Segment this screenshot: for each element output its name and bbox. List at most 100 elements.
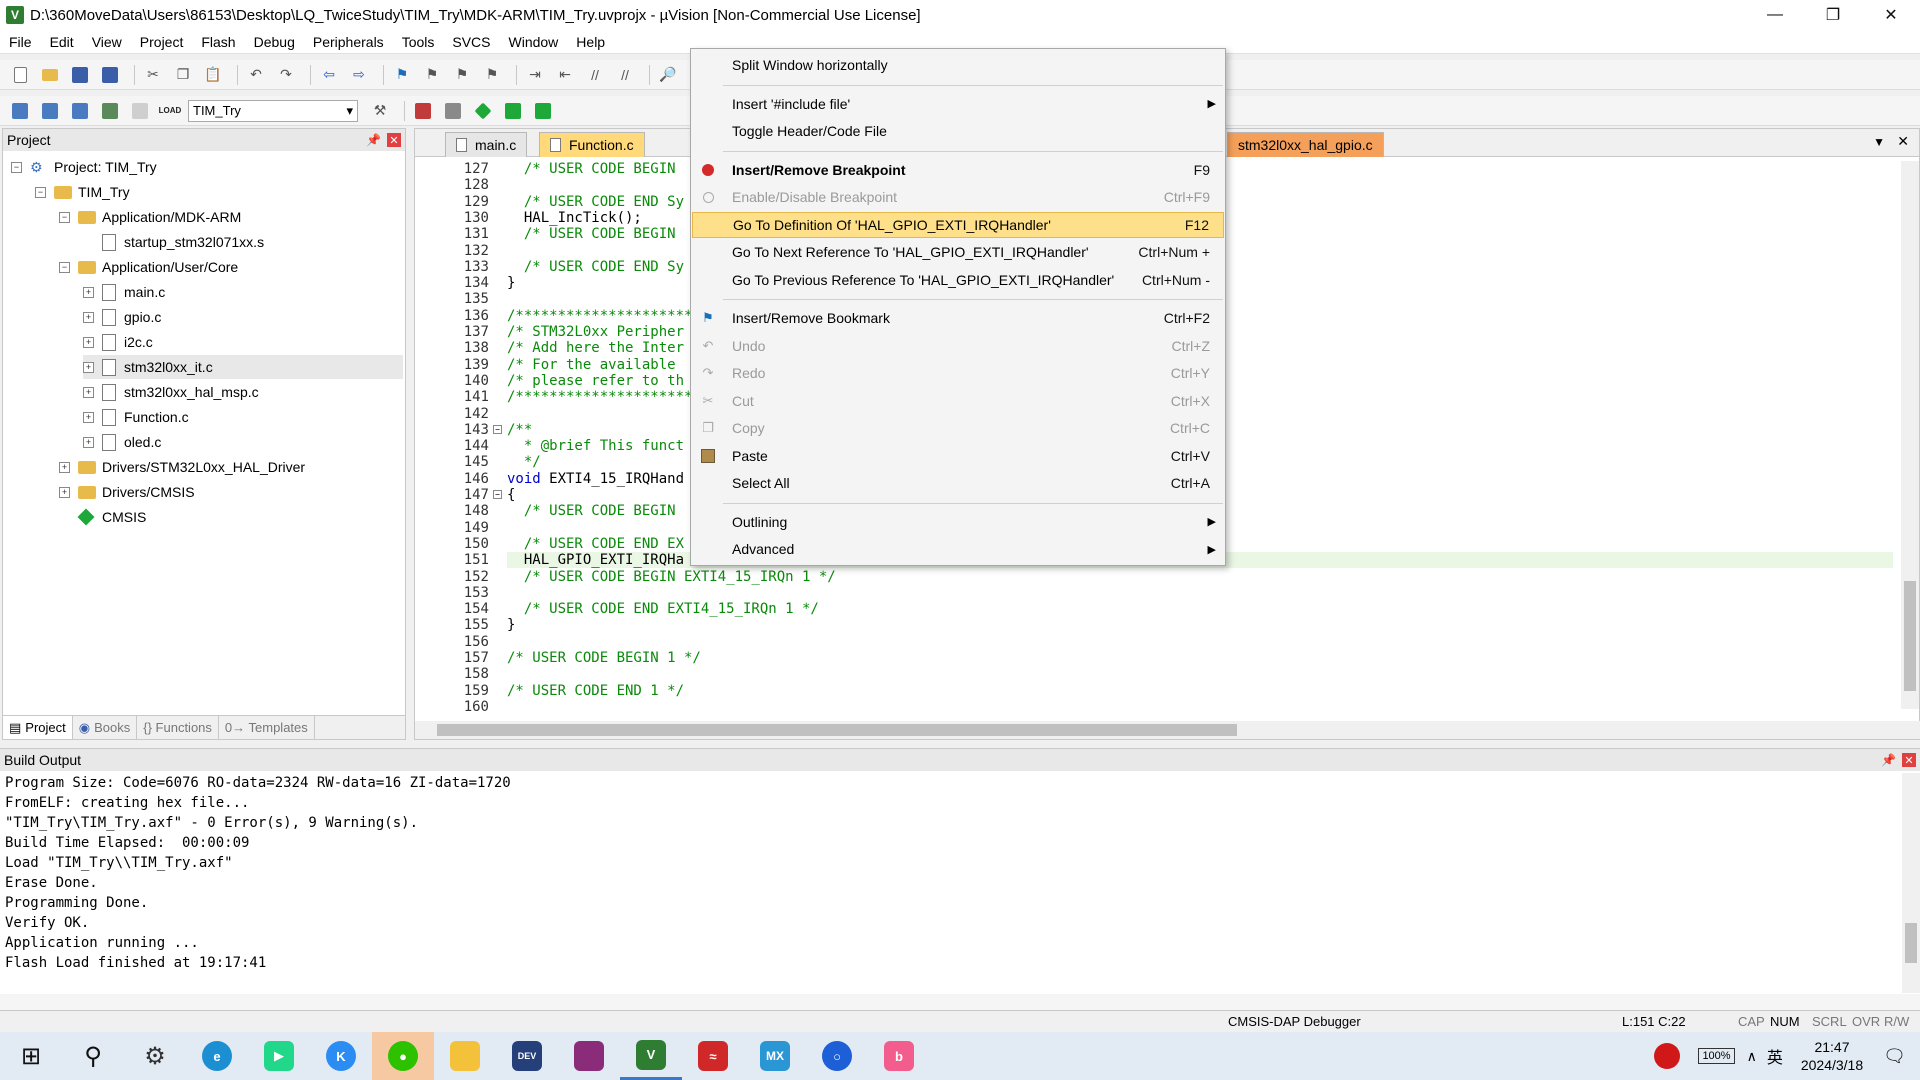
expand-icon[interactable]: + — [83, 411, 94, 423]
options-for-target-icon[interactable]: ⚒ — [368, 99, 392, 123]
close-button[interactable]: ✕ — [1862, 0, 1920, 30]
menu-view[interactable]: View — [83, 34, 131, 50]
output-vertical-scrollbar[interactable] — [1902, 773, 1920, 993]
copy-icon[interactable]: ❐ — [171, 63, 195, 87]
context-menu-item[interactable]: Go To Definition Of 'HAL_GPIO_EXTI_IRQHa… — [692, 211, 1224, 238]
tree-item[interactable]: + Drivers/STM32L0xx_HAL_Driver — [59, 455, 305, 479]
battery-icon[interactable]: 100% — [1698, 1048, 1735, 1064]
batch-build-icon[interactable] — [98, 99, 122, 123]
context-menu-item[interactable]: Split Window horizontally — [692, 52, 1224, 78]
menu-peripherals[interactable]: Peripherals — [304, 34, 393, 50]
code-line[interactable]: HAL_IncTick(); — [507, 210, 642, 226]
context-menu-item[interactable]: Toggle Header/Code File — [692, 118, 1224, 144]
manage-multi-project-icon[interactable] — [441, 99, 465, 123]
prev-bookmark-icon[interactable]: ⚑ — [420, 63, 444, 87]
tab-books[interactable]: ◉ Books — [73, 716, 138, 739]
code-line[interactable]: /* USER CODE BEGIN 1 */ — [507, 650, 701, 666]
cut-icon[interactable]: ✂ — [141, 63, 165, 87]
scroll-thumb[interactable] — [1904, 581, 1916, 691]
expand-icon[interactable]: + — [83, 436, 94, 448]
tree-item[interactable]: + Drivers/CMSIS — [59, 480, 195, 504]
close-panel-icon[interactable]: ✕ — [1902, 753, 1916, 767]
stm32cubemx-icon[interactable]: MX — [744, 1032, 806, 1080]
build-icon[interactable] — [38, 99, 62, 123]
code-line[interactable]: { — [507, 487, 515, 503]
menu-flash[interactable]: Flash — [192, 34, 244, 50]
uncomment-icon[interactable]: // — [613, 63, 637, 87]
tree-item[interactable]: + Function.c — [83, 405, 189, 429]
fold-marker-icon[interactable]: − — [493, 490, 502, 499]
tab-function-c[interactable]: Function.c — [539, 132, 645, 157]
scroll-thumb[interactable] — [437, 724, 1237, 736]
unindent-icon[interactable]: ⇤ — [553, 63, 577, 87]
collapse-icon[interactable]: − — [11, 161, 22, 173]
tab-functions[interactable]: {} Functions — [137, 716, 219, 739]
context-menu-item[interactable]: Go To Next Reference To 'HAL_GPIO_EXTI_I… — [692, 239, 1224, 265]
expand-icon[interactable]: + — [83, 336, 94, 348]
menu-help[interactable]: Help — [567, 34, 614, 50]
context-menu-item[interactable]: ↶ Undo Ctrl+Z — [692, 333, 1224, 359]
nav-forward-icon[interactable]: ⇨ — [347, 63, 371, 87]
code-line[interactable]: /** — [507, 422, 532, 438]
load-icon[interactable]: LOAD — [158, 99, 182, 123]
context-menu-item[interactable]: Insert/Remove Breakpoint F9 — [692, 157, 1224, 183]
scroll-thumb[interactable] — [1905, 923, 1917, 963]
windows-start-icon[interactable]: ⊞ — [0, 1032, 62, 1080]
clear-bookmarks-icon[interactable]: ⚑ — [480, 63, 504, 87]
context-menu-item[interactable]: ⚑ Insert/Remove Bookmark Ctrl+F2 — [692, 305, 1224, 331]
menu-debug[interactable]: Debug — [245, 34, 304, 50]
pycharm-icon[interactable]: ▶ — [248, 1032, 310, 1080]
notification-icon[interactable]: 🗨 — [1883, 1046, 1906, 1067]
expand-icon[interactable]: + — [59, 486, 70, 498]
search-icon[interactable]: ⚲ — [62, 1032, 124, 1080]
code-line[interactable]: /* STM32L0xx Peripher — [507, 324, 684, 340]
pin-icon[interactable]: 📌 — [1881, 753, 1896, 767]
context-menu-item[interactable]: Advanced ▶ — [692, 536, 1224, 562]
tree-item[interactable]: + stm32l0xx_it.c — [83, 355, 403, 379]
expand-icon[interactable]: + — [83, 286, 94, 298]
devcpp-icon[interactable]: DEV — [496, 1032, 558, 1080]
menu-file[interactable]: File — [0, 34, 41, 50]
tree-item[interactable]: − ⚙ Project: TIM_Try — [11, 155, 157, 179]
next-bookmark-icon[interactable]: ⚑ — [450, 63, 474, 87]
collapse-icon[interactable]: − — [59, 211, 70, 223]
bilibili-icon[interactable]: b — [868, 1032, 930, 1080]
rebuild-icon[interactable] — [68, 99, 92, 123]
undo-icon[interactable]: ↶ — [244, 63, 268, 87]
context-menu-item[interactable]: Paste Ctrl+V — [692, 443, 1224, 469]
manage-run-time-env-icon[interactable] — [471, 99, 495, 123]
menu-window[interactable]: Window — [500, 34, 568, 50]
maximize-button[interactable]: ❐ — [1804, 0, 1862, 30]
code-line[interactable]: /********************* — [507, 389, 692, 405]
close-tab-icon[interactable]: ✕ — [1897, 133, 1909, 150]
code-line[interactable]: /* USER CODE BEGIN — [507, 226, 676, 242]
ime-indicator[interactable]: 英 — [1767, 1044, 1783, 1068]
code-line[interactable]: void EXTI4_15_IRQHand — [507, 471, 684, 487]
kugou-icon[interactable]: K — [310, 1032, 372, 1080]
menu-tools[interactable]: Tools — [393, 34, 444, 50]
wechat-icon[interactable]: ● — [372, 1032, 434, 1080]
paste-icon[interactable]: 📋 — [201, 63, 225, 87]
code-line[interactable]: * @brief This funct — [507, 438, 684, 454]
code-line[interactable]: /* USER CODE BEGIN EXTI4_15_IRQn 1 */ — [507, 569, 836, 585]
tree-item[interactable]: − Application/User/Core — [59, 255, 238, 279]
select-packs-icon[interactable] — [501, 99, 525, 123]
context-menu-item[interactable]: ↷ Redo Ctrl+Y — [692, 360, 1224, 386]
code-line[interactable]: } — [507, 275, 515, 291]
settings-icon[interactable]: ⚙ — [124, 1032, 186, 1080]
tree-item[interactable]: startup_stm32l071xx.s — [83, 230, 264, 254]
code-line[interactable]: /* USER CODE END EX — [507, 536, 684, 552]
context-menu-item[interactable]: Select All Ctrl+A — [692, 470, 1224, 496]
code-line[interactable]: */ — [507, 454, 541, 470]
minimize-button[interactable]: — — [1746, 0, 1804, 30]
tree-item[interactable]: + i2c.c — [83, 330, 153, 354]
menu-project[interactable]: Project — [131, 34, 193, 50]
pack-installer-icon[interactable] — [531, 99, 555, 123]
expand-icon[interactable]: + — [83, 311, 94, 323]
code-line[interactable]: } — [507, 617, 515, 633]
browser-icon[interactable]: ○ — [806, 1032, 868, 1080]
tree-item[interactable]: + stm32l0xx_hal_msp.c — [83, 380, 259, 404]
save-all-icon[interactable] — [98, 63, 122, 87]
editor-vertical-scrollbar[interactable] — [1901, 161, 1919, 709]
target-select[interactable]: TIM_Try ▾ — [188, 99, 358, 122]
